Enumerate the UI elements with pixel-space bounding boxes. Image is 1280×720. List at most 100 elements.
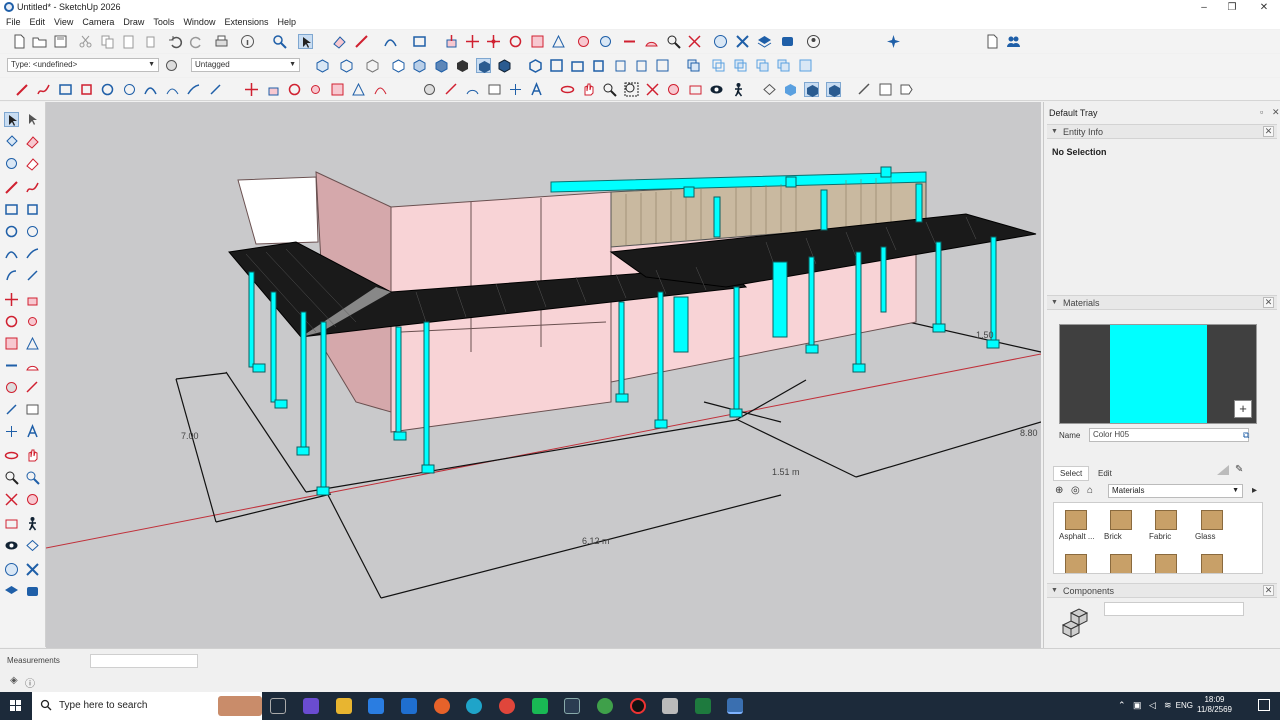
extension-warehouse-icon[interactable] <box>735 34 750 49</box>
solid-trim-icon[interactable] <box>755 58 770 73</box>
material-item-brick[interactable]: Brick <box>1102 507 1142 543</box>
save-icon[interactable] <box>53 34 68 49</box>
pencil-icon[interactable] <box>15 82 30 97</box>
tape-measure-tool-icon[interactable] <box>422 82 437 97</box>
monochrome-style-icon[interactable] <box>455 58 470 73</box>
measurements-input[interactable] <box>90 654 198 668</box>
menu-extensions[interactable]: Extensions <box>224 15 268 29</box>
solid-intersect-icon[interactable] <box>711 58 726 73</box>
model-info-icon[interactable] <box>240 34 255 49</box>
materials-close-icon[interactable]: ✕ <box>1263 297 1274 308</box>
active-style-icon[interactable] <box>476 58 491 73</box>
menu-draw[interactable]: Draw <box>123 15 144 29</box>
freehand-tool-icon[interactable] <box>25 180 40 195</box>
menu-help[interactable]: Help <box>277 15 296 29</box>
label-box-icon[interactable] <box>25 402 40 417</box>
push-pull-tool-icon[interactable] <box>266 82 281 97</box>
paste-icon[interactable] <box>121 34 136 49</box>
material-item-fabric[interactable]: Fabric <box>1147 507 1187 543</box>
outer-shell-icon[interactable] <box>598 34 613 49</box>
push-pull-draw-icon[interactable] <box>25 292 40 307</box>
material-item[interactable] <box>1102 551 1142 573</box>
offset-draw-icon[interactable] <box>25 336 40 351</box>
look-around-draw-icon[interactable] <box>4 538 19 553</box>
material-library-dropdown[interactable]: Materials ▼ <box>1108 484 1243 498</box>
text-label-icon[interactable] <box>487 82 502 97</box>
forward-icon[interactable]: ◎ <box>1071 485 1080 496</box>
rectangle-draw-icon[interactable] <box>4 202 19 217</box>
taskbar-clock[interactable]: 18:09 11/8/2569 <box>1197 695 1232 715</box>
follow-me-icon[interactable] <box>576 34 591 49</box>
freehand-icon[interactable] <box>36 82 51 97</box>
pie-draw-icon[interactable] <box>25 268 40 283</box>
home-icon[interactable]: ⌂ <box>1087 485 1093 496</box>
edge-icon[interactable] <box>466 698 482 714</box>
solid-subtract-icon[interactable] <box>733 58 748 73</box>
account-icon[interactable] <box>806 34 821 49</box>
move-tool-icon[interactable] <box>465 34 480 49</box>
pan-icon[interactable] <box>581 82 596 97</box>
menu-camera[interactable]: Camera <box>82 15 114 29</box>
wireframe-style-icon[interactable] <box>365 58 380 73</box>
copy-icon[interactable] <box>100 34 115 49</box>
extension-manager-icon[interactable] <box>780 34 795 49</box>
section-plane-draw-icon[interactable] <box>25 538 40 553</box>
solid-shell-icon[interactable] <box>798 58 813 73</box>
tape-measure-icon[interactable] <box>622 34 637 49</box>
pie-icon[interactable] <box>208 82 223 97</box>
display-section-planes-icon[interactable] <box>783 82 798 97</box>
component-search-field[interactable] <box>1104 602 1244 616</box>
walk-draw-icon[interactable] <box>25 516 40 531</box>
material-item[interactable] <box>1193 551 1233 573</box>
line-icon[interactable] <box>4 180 19 195</box>
excel-icon[interactable] <box>695 698 711 714</box>
chrome-icon[interactable] <box>499 698 515 714</box>
menu-file[interactable]: File <box>6 15 21 29</box>
file-explorer-icon[interactable] <box>336 698 352 714</box>
right-view-icon[interactable] <box>591 58 606 73</box>
info-icon[interactable]: ⓘ <box>25 675 35 690</box>
components-header[interactable]: ▼ Components ✕ <box>1047 583 1277 598</box>
zoom-draw-icon[interactable] <box>4 470 19 485</box>
text-draw-icon[interactable] <box>25 380 40 395</box>
shaded-style-icon[interactable] <box>412 58 427 73</box>
flip-icon[interactable] <box>373 82 388 97</box>
print-icon[interactable] <box>214 34 229 49</box>
zoom-extents-draw-icon[interactable] <box>4 492 19 507</box>
styles-icon[interactable] <box>857 82 872 97</box>
protractor-icon[interactable] <box>644 34 659 49</box>
network-icon[interactable]: ▣ <box>1133 700 1142 711</box>
model-canvas[interactable]: 7.00 6.12 m 1.51 m 8.80 1.50 <box>46 102 1041 648</box>
protractor-tool-icon[interactable] <box>465 82 480 97</box>
scale-icon[interactable] <box>330 82 345 97</box>
tags-icon[interactable] <box>899 82 914 97</box>
entity-info-close-icon[interactable]: ✕ <box>1263 126 1274 137</box>
tab-edit[interactable]: Edit <box>1091 466 1119 481</box>
section-plane-icon[interactable] <box>762 82 777 97</box>
solid-union-icon[interactable] <box>686 58 701 73</box>
close-button[interactable]: ✕ <box>1248 0 1280 15</box>
sample-paint-icon[interactable]: ✎ <box>1235 464 1243 475</box>
entity-info-header[interactable]: ▼ Entity Info ✕ <box>1047 124 1277 139</box>
menu-edit[interactable]: Edit <box>30 15 46 29</box>
warehouse-draw-icon[interactable] <box>4 562 19 577</box>
back-edges-style-icon[interactable] <box>339 58 354 73</box>
extension-manager-draw-icon[interactable] <box>25 584 40 599</box>
tag-tool-icon[interactable] <box>4 156 19 171</box>
rotate-icon[interactable] <box>287 82 302 97</box>
rotate-tool-icon[interactable] <box>508 34 523 49</box>
offset-tool-icon[interactable] <box>551 34 566 49</box>
scenes-icon[interactable] <box>878 82 893 97</box>
back-view-icon[interactable] <box>613 58 628 73</box>
iso-view-icon[interactable] <box>528 58 543 73</box>
redo-icon[interactable] <box>189 34 204 49</box>
zoom-extents-tool-icon[interactable] <box>645 82 660 97</box>
open-folder-icon[interactable] <box>32 34 47 49</box>
line-tool-icon[interactable] <box>354 34 369 49</box>
material-name-field[interactable]: Color H05 <box>1089 428 1249 442</box>
material-item-asphalt[interactable]: Asphalt ... <box>1057 507 1097 543</box>
task-view-icon[interactable] <box>270 698 286 714</box>
shaded-textures-style-icon[interactable] <box>434 58 449 73</box>
solid-split-icon[interactable] <box>776 58 791 73</box>
undo-icon[interactable] <box>168 34 183 49</box>
